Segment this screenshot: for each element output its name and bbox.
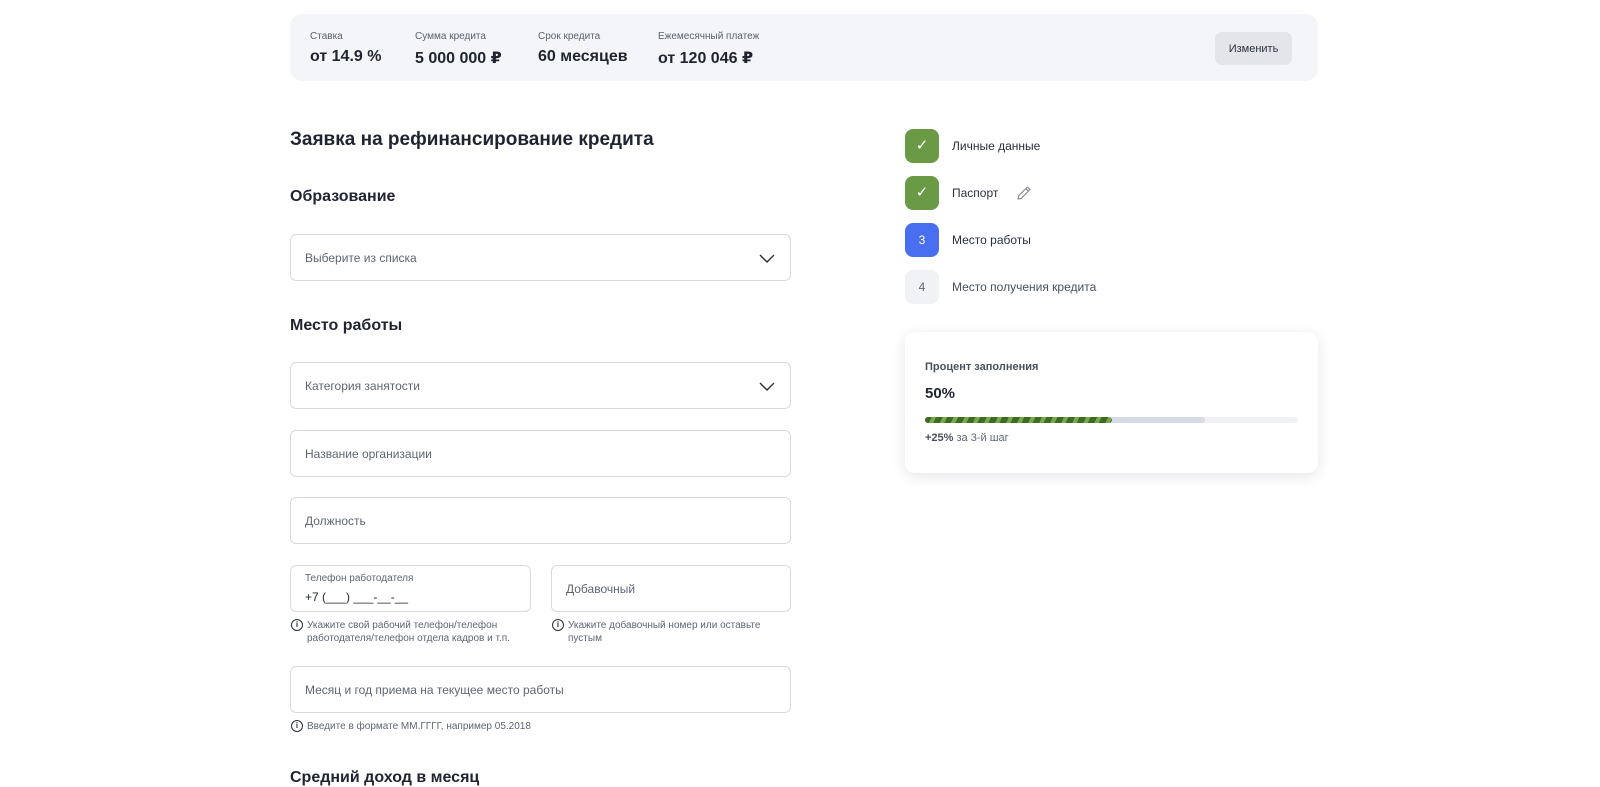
progress-note-rest: за 3-й шаг — [953, 432, 1009, 444]
fill-progress-card: Процент заполнения 50% +25% за 3-й шаг — [905, 332, 1318, 473]
summary-term-value: 60 месяцев — [538, 48, 628, 65]
employer-phone-hint: i Укажите свой рабочий телефон/телефон р… — [291, 619, 531, 645]
info-icon: i — [291, 720, 303, 732]
progress-bar — [925, 417, 1298, 423]
education-select[interactable]: Выберите из списка — [290, 234, 791, 281]
check-icon: ✓ — [905, 129, 939, 163]
education-section-title: Образование — [290, 188, 396, 205]
info-icon: i — [291, 619, 303, 631]
summary-term-label: Срок кредита — [538, 31, 601, 42]
pencil-icon[interactable] — [1015, 184, 1033, 202]
summary-rate: Ставка от 14.9 % — [310, 31, 381, 66]
summary-rate-label: Ставка — [310, 31, 343, 42]
employment-category-placeholder: Категория занятости — [305, 379, 420, 393]
position-input[interactable]: Должность — [290, 497, 791, 544]
summary-amount: Сумма кредита 5 000 000 ₽ — [415, 31, 502, 68]
employer-phone-value: +7 (___) ___-__-__ — [305, 590, 409, 604]
info-icon: i — [552, 619, 564, 631]
change-button[interactable]: Изменить — [1215, 32, 1292, 65]
summary-amount-value: 5 000 000 ₽ — [415, 50, 502, 67]
work-section-title: Место работы — [290, 317, 403, 334]
check-icon: ✓ — [905, 176, 939, 210]
education-select-placeholder: Выберите из списка — [305, 251, 417, 265]
summary-amount-label: Сумма кредита — [415, 31, 486, 42]
progress-note: +25% за 3-й шаг — [925, 432, 1009, 444]
summary-payment-label: Ежемесячный платеж — [658, 31, 760, 42]
step-passport-label: Паспорт — [952, 186, 999, 200]
step-credit-location-label: Место получения кредита — [952, 280, 1097, 294]
hire-date-placeholder: Месяц и год приема на текущее место рабо… — [305, 683, 564, 697]
organization-name-input[interactable]: Название организации — [290, 430, 791, 477]
position-placeholder: Должность — [305, 514, 366, 528]
step-personal-data-label: Личные данные — [952, 139, 1041, 153]
summary-payment-value: от 120 046 ₽ — [658, 50, 754, 67]
hire-date-hint-text: Введите в формате ММ.ГГГГ, например 05.2… — [307, 721, 531, 732]
hire-date-hint: i Введите в формате ММ.ГГГГ, например 05… — [291, 720, 691, 733]
employer-phone-input[interactable]: Телефон работодателя +7 (___) ___-__-__ — [290, 565, 531, 612]
step-workplace-label: Место работы — [952, 233, 1031, 247]
summary-rate-value: от 14.9 % — [310, 48, 382, 65]
summary-payment: Ежемесячный платеж от 120 046 ₽ — [658, 31, 759, 68]
progress-bar-fill — [925, 417, 1112, 423]
hire-date-input[interactable]: Месяц и год приема на текущее место рабо… — [290, 666, 791, 713]
step-number-badge: 4 — [905, 270, 939, 304]
step-number-badge: 3 — [905, 223, 939, 257]
chevron-down-icon — [759, 382, 775, 391]
extension-placeholder: Добавочный — [566, 582, 636, 596]
loan-summary-bar: Ставка от 14.9 % Сумма кредита 5 000 000… — [290, 14, 1318, 81]
employer-phone-label: Телефон работодателя — [305, 573, 414, 584]
extension-input[interactable]: Добавочный — [551, 565, 791, 612]
progress-value: 50% — [925, 385, 956, 402]
employment-category-select[interactable]: Категория занятости — [290, 362, 791, 409]
extension-hint-text: Укажите добавочный номер или оставьте пу… — [568, 620, 761, 644]
progress-note-bold: +25% — [925, 432, 954, 444]
chevron-down-icon — [759, 254, 775, 263]
income-section-title: Средний доход в месяц — [290, 769, 480, 786]
organization-name-placeholder: Название организации — [305, 447, 432, 461]
progress-title: Процент заполнения — [925, 361, 1039, 373]
employer-phone-hint-text: Укажите свой рабочий телефон/телефон раб… — [307, 620, 510, 644]
summary-term: Срок кредита 60 месяцев — [538, 31, 628, 66]
page-title: Заявка на рефинансирование кредита — [290, 129, 654, 150]
extension-hint: i Укажите добавочный номер или оставьте … — [552, 619, 792, 645]
